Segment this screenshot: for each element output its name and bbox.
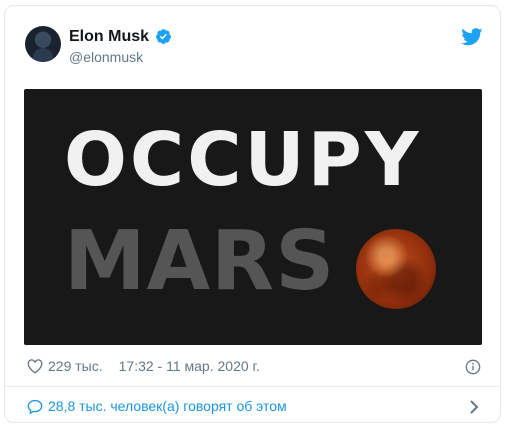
timestamp[interactable]: 17:32 - 11 мар. 2020 г. (119, 358, 260, 374)
like-count[interactable]: 229 тыс. (48, 358, 103, 374)
tweet-meta: 229 тыс. 17:32 - 11 мар. 2020 г. (27, 358, 260, 374)
verified-badge-icon (156, 29, 171, 44)
image-text-mars: MARS (64, 214, 336, 309)
divider (5, 386, 500, 387)
author-handle[interactable]: @elonmusk (69, 49, 143, 65)
twitter-bird-icon[interactable] (461, 28, 483, 46)
conversation-link[interactable]: 28,8 тыс. человек(а) говорят об этом (27, 398, 287, 414)
tweet-image[interactable]: OCCUPY MARS (24, 89, 482, 345)
image-text-occupy: OCCUPY (64, 117, 422, 203)
conversation-text[interactable]: 28,8 тыс. человек(а) говорят об этом (48, 398, 287, 414)
chevron-right-icon[interactable] (469, 400, 479, 414)
comment-bubble-icon (27, 399, 43, 414)
author-name[interactable]: Elon Musk (69, 28, 149, 46)
info-icon[interactable] (465, 359, 481, 375)
heart-icon[interactable] (27, 358, 43, 374)
avatar[interactable] (25, 26, 61, 62)
mars-planet-graphic (356, 229, 436, 309)
tweet-card[interactable]: Elon Musk @elonmusk OCCUPY MARS 229 тыс.… (4, 5, 501, 423)
